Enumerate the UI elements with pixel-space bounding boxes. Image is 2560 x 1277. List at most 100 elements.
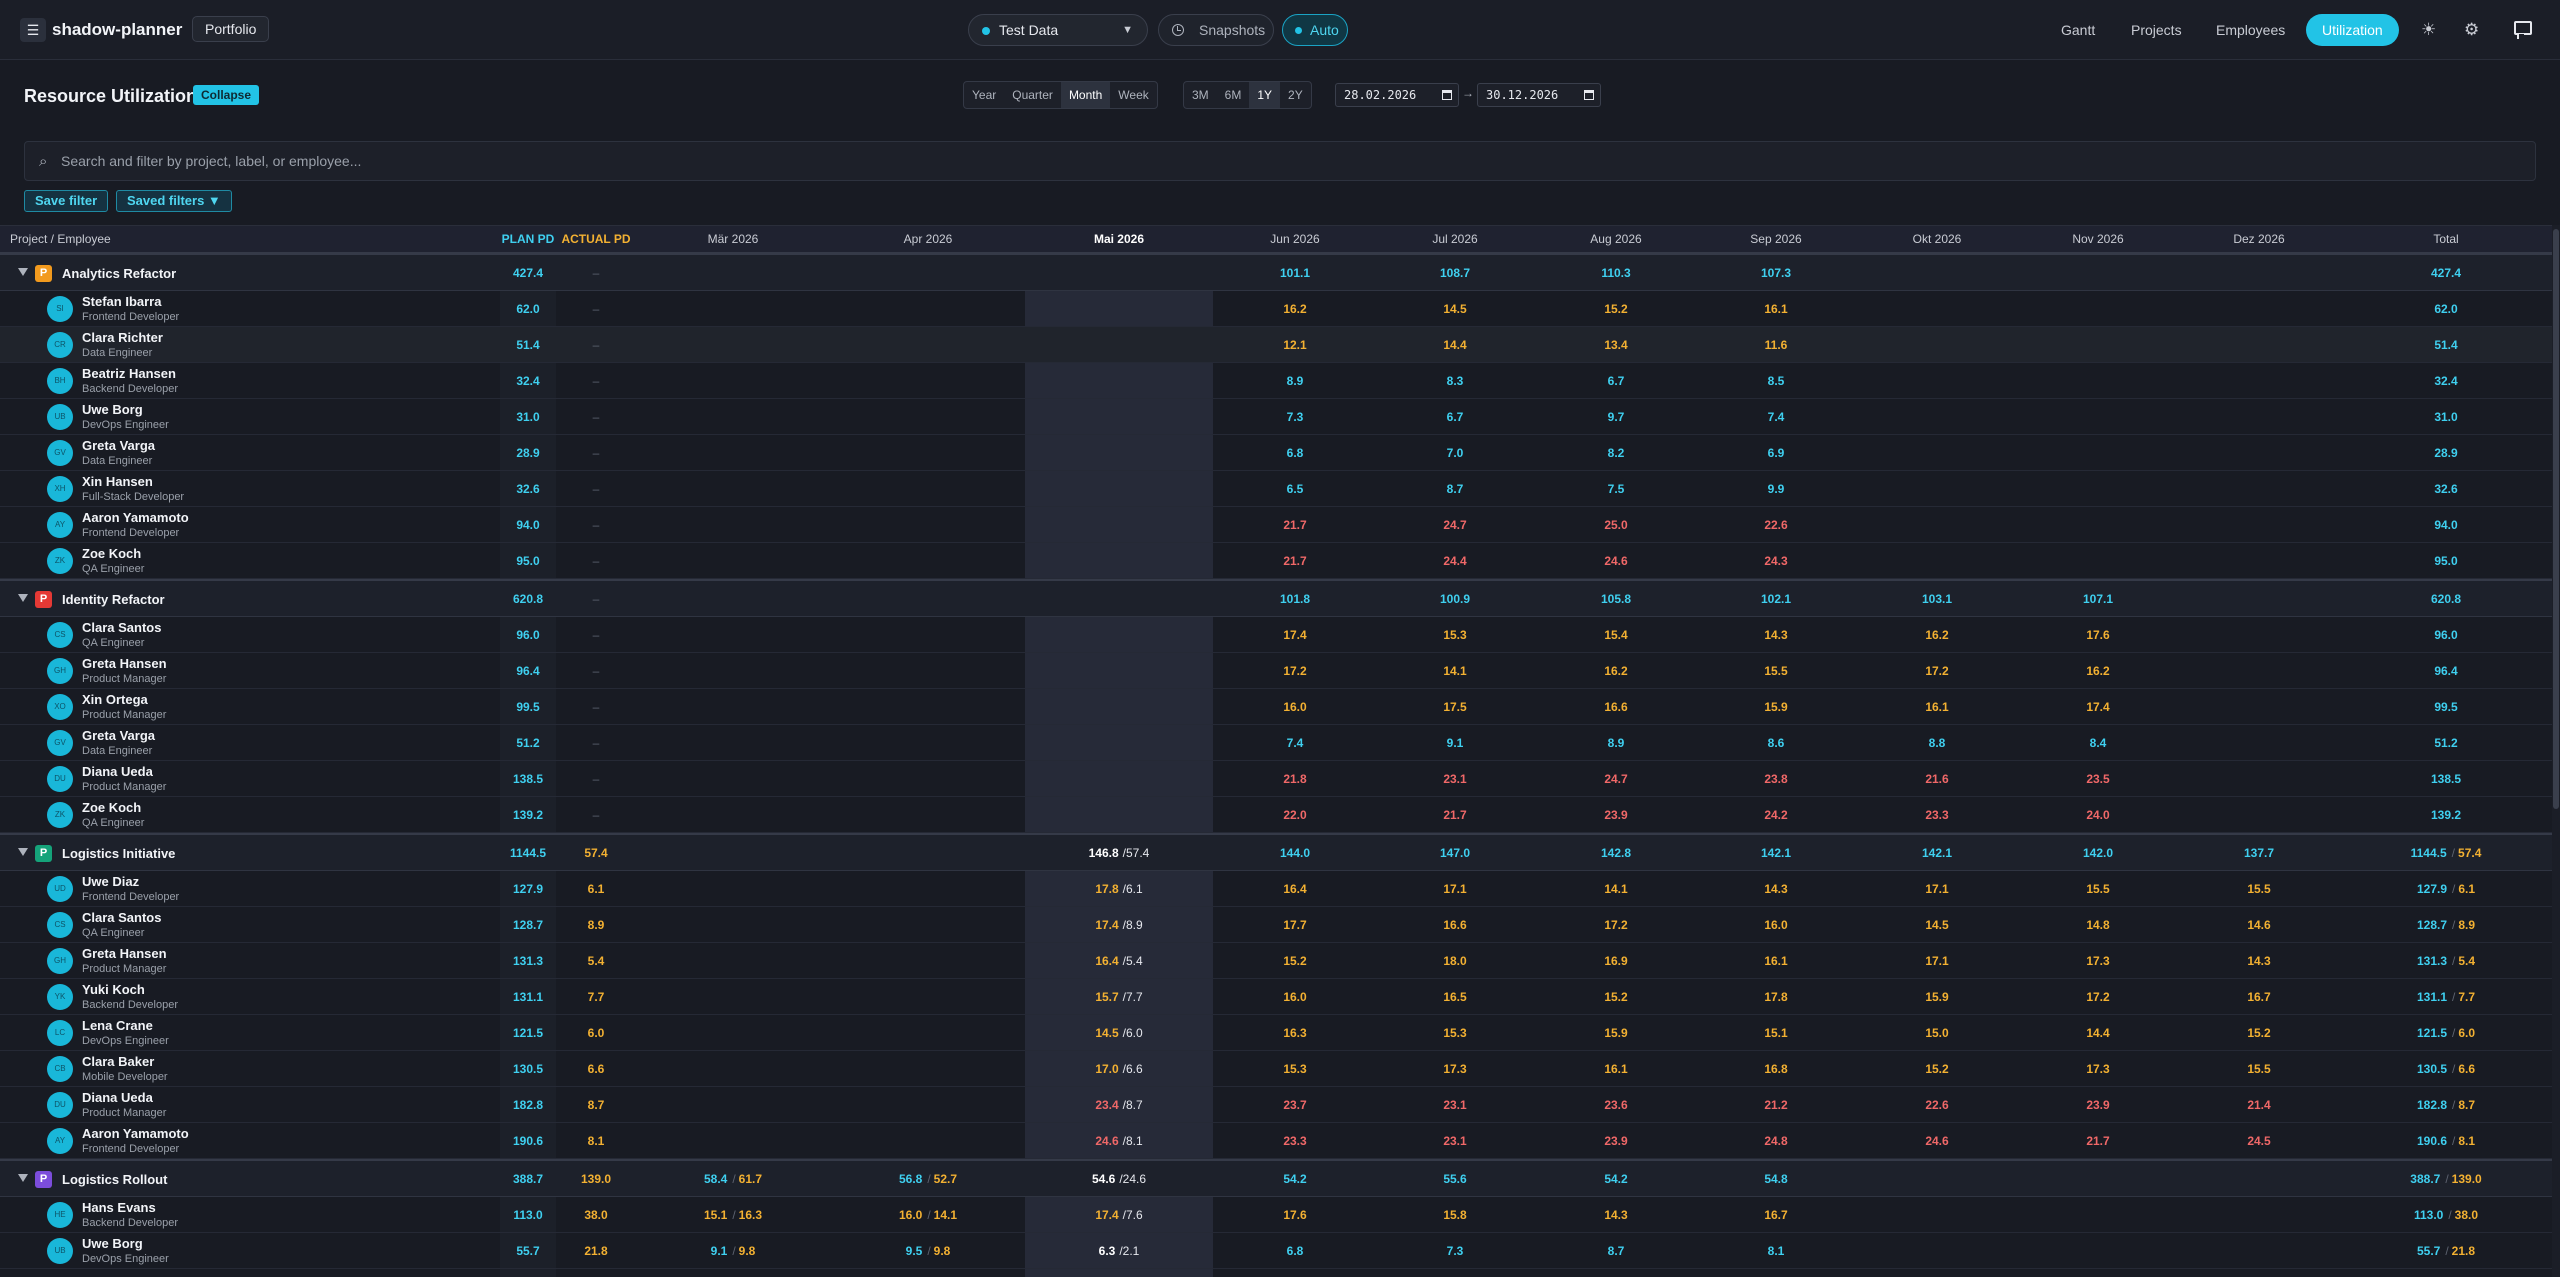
month-value[interactable]: 24.6 xyxy=(1857,1123,2017,1158)
month-value[interactable]: 16.1 xyxy=(1696,943,1856,978)
month-value[interactable]: 8.7 xyxy=(1536,1233,1696,1268)
expand-toggle-icon[interactable] xyxy=(18,594,28,602)
project-row[interactable]: P Logistics Initiative 1144.5 57.4 146.8/57.… xyxy=(0,833,2552,871)
column-header-month[interactable]: Jun 2026 xyxy=(1215,226,1375,253)
column-header-month[interactable]: Dez 2026 xyxy=(2179,226,2339,253)
employee-row[interactable]: CR Clara Richter Data Engineer 51.4 – 12.1 14.… xyxy=(0,327,2552,363)
employee-row[interactable]: GH Greta Hansen Product Manager 96.4 – 17.2 14… xyxy=(0,653,2552,689)
employee-row[interactable]: CB Clara Baker Mobile Developer 130.5 6.6 17.… xyxy=(0,1051,2552,1087)
month-value[interactable]: 15.9 xyxy=(1857,979,2017,1014)
month-value[interactable]: 24.6 xyxy=(1536,543,1696,578)
month-value[interactable]: 23.1 xyxy=(1375,1087,1535,1122)
sun-icon[interactable]: ☀ xyxy=(2421,19,2436,41)
month-value[interactable]: 101.8 xyxy=(1215,581,1375,616)
month-value[interactable]: 56.8 52.7 xyxy=(848,1161,1008,1196)
month-value[interactable]: 16.6 xyxy=(1375,907,1535,942)
save-filter-button[interactable]: Save filter xyxy=(24,190,109,212)
month-value[interactable]: 17.8 xyxy=(1696,979,1856,1014)
month-value[interactable]: 54.6/24.6 xyxy=(1039,1161,1199,1196)
month-value[interactable]: 15.1 16.3 xyxy=(653,1197,813,1232)
month-value[interactable]: 14.5/6.0 xyxy=(1039,1015,1199,1050)
month-value[interactable]: 16.3 xyxy=(1215,1015,1375,1050)
month-value[interactable]: 17.2 xyxy=(1215,653,1375,688)
month-value[interactable]: 15.5 xyxy=(2018,871,2178,906)
month-value[interactable]: 23.1 xyxy=(1375,761,1535,796)
chat-icon[interactable] xyxy=(2514,21,2532,39)
auto-toggle[interactable]: Auto xyxy=(1282,14,1348,46)
vertical-scrollbar[interactable] xyxy=(2552,225,2560,1277)
month-value[interactable]: 7.3 xyxy=(1215,399,1375,434)
month-value[interactable]: 15.5 xyxy=(1696,653,1856,688)
month-value[interactable]: 8.9 xyxy=(1536,725,1696,760)
gear-icon[interactable]: ⚙ xyxy=(2464,19,2479,41)
nav-projects[interactable]: Projects xyxy=(2131,14,2182,46)
month-value[interactable]: 21.7 xyxy=(1375,797,1535,832)
range-6m[interactable]: 6M xyxy=(1217,82,1250,108)
month-value[interactable]: 9.1 9.8 xyxy=(653,1233,813,1268)
granularity-quarter[interactable]: Quarter xyxy=(1004,82,1061,108)
month-value[interactable]: 8.6 xyxy=(1696,725,1856,760)
month-value[interactable]: 15.3 xyxy=(1375,1015,1535,1050)
month-value[interactable]: 14.4 xyxy=(2018,1015,2178,1050)
month-value[interactable]: 16.5 xyxy=(1375,979,1535,1014)
month-value[interactable]: 7.4 xyxy=(1696,399,1856,434)
month-value[interactable]: 17.2 xyxy=(1536,907,1696,942)
dataset-select[interactable]: Test Data ▼ xyxy=(968,14,1148,46)
employee-row[interactable]: DU Diana Ueda Product Manager 138.5 – 21.8 23.… xyxy=(0,761,2552,797)
month-value[interactable]: 137.7 xyxy=(2179,835,2339,870)
month-value[interactable]: 16.7 xyxy=(1696,1197,1856,1232)
month-value[interactable]: 101.1 xyxy=(1215,255,1375,290)
month-value[interactable]: 17.3 xyxy=(2018,943,2178,978)
employee-row[interactable]: ZK Zoe Koch QA Engineer 139.2 – 22.0 21.7 23.9 2… xyxy=(0,797,2552,833)
month-value[interactable]: 17.6 xyxy=(2018,617,2178,652)
month-value[interactable]: 17.2 xyxy=(1857,653,2017,688)
month-value[interactable]: 21.7 xyxy=(2018,1123,2178,1158)
month-value[interactable]: 9.7 xyxy=(1536,399,1696,434)
column-header-month[interactable]: Apr 2026 xyxy=(848,226,1008,253)
nav-utilization[interactable]: Utilization xyxy=(2306,14,2399,46)
month-value[interactable]: 17.3 xyxy=(2018,1051,2178,1086)
month-value[interactable]: 107.1 xyxy=(2018,581,2178,616)
month-value[interactable]: 16.1 xyxy=(1857,689,2017,724)
employee-row[interactable]: GH Greta Hansen Product Manager 131.3 5.4 16.… xyxy=(0,943,2552,979)
employee-row[interactable]: GV Greta Varga Data Engineer 51.2 – 7.4 9.1 8.9… xyxy=(0,725,2552,761)
month-value[interactable]: 23.1 xyxy=(1375,1123,1535,1158)
collapse-button[interactable]: Collapse xyxy=(193,85,260,105)
month-value[interactable]: 15.2 xyxy=(2179,1015,2339,1050)
column-header-month[interactable]: Mär 2026 xyxy=(653,226,813,253)
month-value[interactable]: 17.5 xyxy=(1375,689,1535,724)
month-value[interactable]: 11.6 xyxy=(1696,327,1856,362)
expand-toggle-icon[interactable] xyxy=(18,1174,28,1182)
month-value[interactable]: 16.2 xyxy=(1215,291,1375,326)
month-value[interactable]: 16.1 xyxy=(1536,1051,1696,1086)
column-header-month[interactable]: Mai 2026 xyxy=(1039,226,1199,253)
month-value[interactable]: 18.0 xyxy=(1375,943,1535,978)
employee-row[interactable]: CS Clara Santos QA Engineer 128.7 8.9 17.4/8.… xyxy=(0,907,2552,943)
column-header-month[interactable]: Nov 2026 xyxy=(2018,226,2178,253)
month-value[interactable]: 17.4 xyxy=(2018,689,2178,724)
month-value[interactable]: 6.3/2.1 xyxy=(1039,1233,1199,1268)
month-value[interactable]: 17.0/6.6 xyxy=(1039,1051,1199,1086)
portfolio-button[interactable]: Portfolio xyxy=(192,16,270,42)
month-value[interactable]: 16.8 xyxy=(1696,1051,1856,1086)
month-value[interactable]: 21.7 xyxy=(1215,543,1375,578)
month-value[interactable]: 147.0 xyxy=(1375,835,1535,870)
month-value[interactable]: 9.1 xyxy=(1375,725,1535,760)
employee-row[interactable]: YK Yuki Koch Backend Developer 131.1 7.7 15.7… xyxy=(0,979,2552,1015)
month-value[interactable]: 15.0 xyxy=(1857,1015,2017,1050)
month-value[interactable]: 7.4 xyxy=(1215,725,1375,760)
month-value[interactable]: 21.6 xyxy=(1857,761,2017,796)
month-value[interactable]: 7.5 xyxy=(1536,471,1696,506)
month-value[interactable]: 14.1 xyxy=(1375,653,1535,688)
nav-employees[interactable]: Employees xyxy=(2216,14,2285,46)
month-value[interactable]: 15.2 xyxy=(1536,979,1696,1014)
month-value[interactable]: 110.3 xyxy=(1536,255,1696,290)
month-value[interactable]: 22.6 xyxy=(1857,1087,2017,1122)
month-value[interactable]: 17.4/7.6 xyxy=(1039,1197,1199,1232)
month-value[interactable]: 9.9 xyxy=(1696,471,1856,506)
month-value[interactable]: 14.3 xyxy=(2179,943,2339,978)
month-value[interactable]: 21.4 xyxy=(2179,1087,2339,1122)
month-value[interactable]: 14.1 xyxy=(1536,871,1696,906)
month-value[interactable]: 15.2 xyxy=(1215,943,1375,978)
month-value[interactable]: 22.6 xyxy=(1696,507,1856,542)
